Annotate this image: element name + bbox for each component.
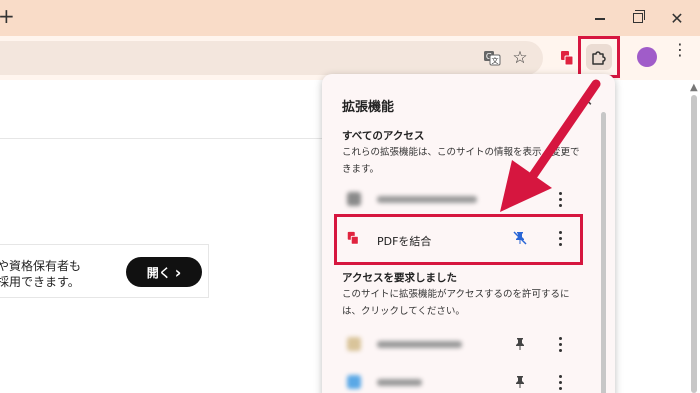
chevron-right-icon: › [174, 262, 182, 282]
extension-menu-button[interactable] [555, 188, 565, 210]
full-access-section-desc: これらの拡張機能は、このサイトの情報を表示・変更できます。 [342, 147, 580, 175]
request-access-section-title: アクセスを要求しました [342, 272, 457, 284]
full-access-section-title: すべてのアクセス [342, 130, 425, 142]
open-button[interactable]: 開く › [126, 257, 202, 287]
restore-icon [633, 10, 645, 23]
extensions-button-highlight[interactable] [578, 36, 620, 78]
extensions-panel-title: 拡張機能 [342, 100, 395, 115]
blurred-extension-name [377, 196, 477, 203]
bookmark-star-button[interactable]: ☆ [509, 47, 531, 69]
page-divider [0, 138, 322, 139]
blurred-extension-icon [347, 337, 361, 351]
scroll-up-arrow[interactable]: ▲ [690, 82, 698, 93]
promo-banner: や資格保有者も 採用できます。 開く › [0, 244, 209, 298]
pdf-merge-icon [561, 51, 574, 66]
banner-line-1: や資格保有者も [0, 259, 82, 273]
extension-row-blurred-3[interactable] [322, 365, 615, 393]
extension-menu-button[interactable] [555, 371, 565, 393]
extension-row-blurred-2[interactable] [322, 327, 615, 363]
close-icon: ✕ [670, 8, 684, 28]
translate-button[interactable]: G 文 [481, 47, 503, 69]
pdf-row-highlight [334, 214, 583, 265]
extension-menu-button[interactable] [555, 333, 565, 355]
close-window-button[interactable]: ✕ [666, 8, 688, 28]
star-icon: ☆ [512, 48, 528, 68]
panel-close-button[interactable]: ✕ [580, 91, 593, 110]
request-access-section-desc: このサイトに拡張機能がアクセスするのを許可するには、クリックしてください。 [342, 289, 570, 317]
blurred-extension-icon [347, 375, 361, 389]
extensions-button[interactable] [586, 44, 612, 70]
minimize-icon [595, 18, 605, 20]
restore-button[interactable] [627, 8, 649, 28]
open-button-label: 開く [146, 265, 171, 280]
blurred-extension-icon [347, 192, 361, 206]
title-bar: + ✕ [0, 0, 700, 36]
address-bar[interactable] [0, 41, 543, 75]
pin-icon [516, 338, 524, 350]
close-icon: ✕ [580, 91, 594, 110]
pdf-extension-button[interactable] [556, 47, 578, 69]
pin-button[interactable] [512, 336, 528, 352]
new-tab-button[interactable]: + [0, 4, 15, 28]
banner-text: や資格保有者も 採用できます。 [0, 258, 81, 290]
puzzle-icon [592, 51, 606, 65]
banner-line-2: 採用できます。 [0, 275, 80, 289]
pin-icon [516, 376, 524, 388]
extension-row-blurred-1[interactable] [322, 182, 615, 218]
kebab-menu-icon: ⋮ [672, 40, 688, 59]
pin-button[interactable] [512, 374, 528, 390]
panel-scrollbar[interactable] [601, 112, 606, 393]
translate-icon: G 文 [484, 51, 501, 66]
blurred-extension-name [377, 379, 422, 386]
blurred-extension-name [377, 341, 462, 348]
browser-menu-button[interactable]: ⋮ [672, 42, 688, 58]
minimize-button[interactable] [589, 8, 611, 28]
profile-avatar[interactable] [637, 47, 657, 67]
page-scrollbar[interactable] [691, 95, 697, 393]
svg-text:文: 文 [492, 56, 499, 65]
